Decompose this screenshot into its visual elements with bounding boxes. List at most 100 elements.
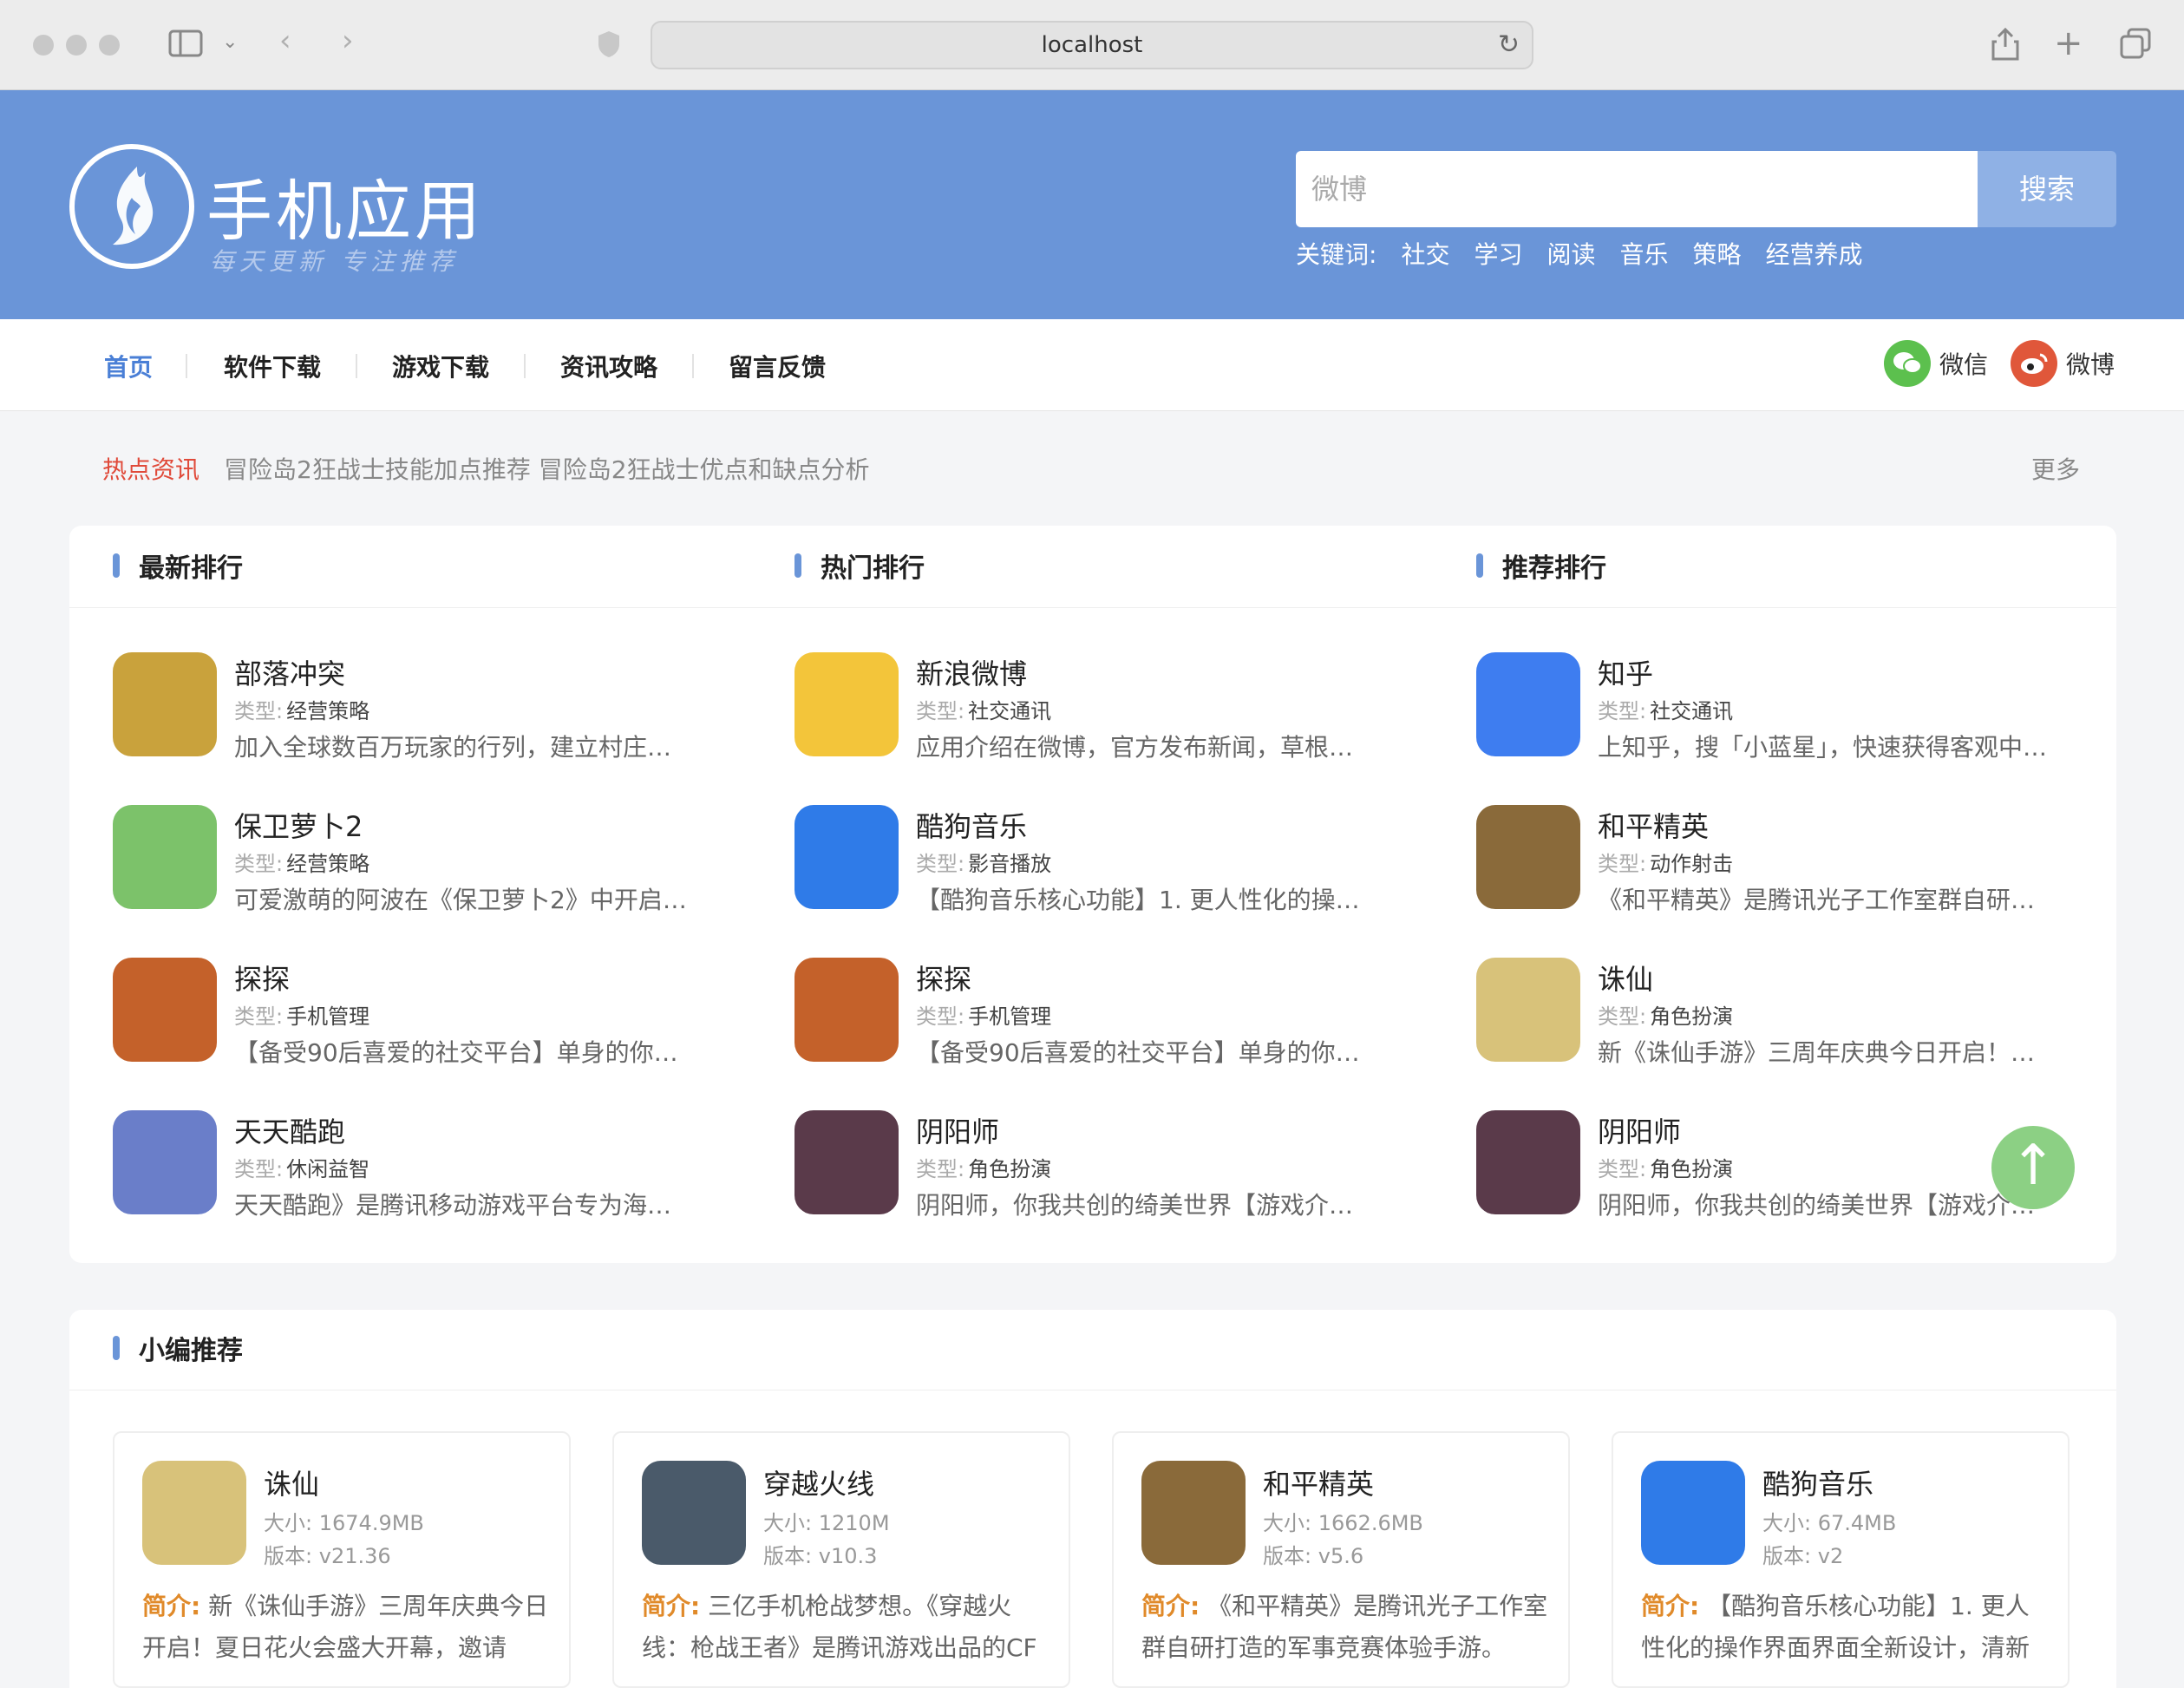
app-name[interactable]: 和平精英 <box>1598 805 1709 845</box>
app-list-item[interactable]: 部落冲突类型:经营策略加入全球数百万玩家的行列，建立村庄、组建部落 <box>113 652 737 762</box>
more-link[interactable]: 更多 <box>2031 451 2080 486</box>
app-name[interactable]: 新浪微博 <box>916 652 1027 692</box>
app-type-value: 休闲益智 <box>286 1157 370 1181</box>
app-intro: 简介: 【酷狗音乐核心功能】1. 更人性化的操作界面界面全新设计，清新 <box>1641 1586 2049 1669</box>
app-name[interactable]: 探探 <box>234 958 290 998</box>
app-list-item[interactable]: 阴阳师 类型: 角色扮演 阴阳师，你我共创的绮美世界【游戏介绍】 <box>794 1110 1419 1220</box>
keyword-link[interactable]: 策略 <box>1693 236 1742 271</box>
wechat-link[interactable]: 微信 <box>1884 340 1988 387</box>
app-version: 版本: v21.36 <box>264 1539 391 1569</box>
weibo-link[interactable]: 微博 <box>2011 340 2115 387</box>
app-size: 大小: 1674.9MB <box>264 1506 424 1536</box>
app-icon[interactable] <box>794 805 899 909</box>
nav-item-software[interactable]: 软件下载 <box>224 349 321 383</box>
app-list-item[interactable]: 诛仙类型:角色扮演新《诛仙手游》三周年庆典今日开启！夏日花火会 <box>1476 958 2101 1067</box>
app-list-item[interactable]: 酷狗音乐 类型: 影音播放 【酷狗音乐核心功能】1. 更人性化的操作界面 <box>794 805 1419 914</box>
app-icon[interactable] <box>794 652 899 756</box>
app-name[interactable]: 穿越火线 <box>763 1462 874 1502</box>
app-icon[interactable] <box>1141 1461 1246 1565</box>
search-button[interactable]: 搜索 <box>1978 151 2116 227</box>
search-input[interactable]: 微博 <box>1296 151 1978 227</box>
chevron-down-icon[interactable]: ⌄ <box>222 33 238 52</box>
app-list-item[interactable]: 探探类型:手机管理【备受90后喜爱的社交平台】单身的你，来探探吧 <box>794 958 1419 1067</box>
intro-text: 《和平精英》是腾讯光子工作室群自研打造的军事竞赛体验手游。 <box>1141 1592 1548 1662</box>
app-icon[interactable] <box>113 1110 217 1214</box>
minimize-window-button[interactable] <box>66 35 87 56</box>
keyword-link[interactable]: 学习 <box>1474 236 1522 271</box>
app-icon[interactable] <box>794 1110 899 1214</box>
app-type-label: 类型: <box>234 1004 284 1029</box>
app-list-item[interactable]: 探探类型:手机管理【备受90后喜爱的社交平台】单身的你，来探探吧 <box>113 958 737 1067</box>
nav-divider <box>186 354 187 378</box>
nav-divider <box>524 354 526 378</box>
app-icon[interactable] <box>142 1461 246 1565</box>
app-name[interactable]: 诛仙 <box>1598 958 1653 998</box>
app-name[interactable]: 和平精英 <box>1263 1462 1374 1502</box>
intro-text: 【酷狗音乐核心功能】1. 更人性化的操作界面界面全新设计，清新 <box>1641 1592 2030 1662</box>
app-name[interactable]: 知乎 <box>1598 652 1653 692</box>
intro-text: 新《诛仙手游》三周年庆典今日开启！夏日花火会盛大开幕，邀请 <box>142 1592 549 1662</box>
size-value: 1662.6MB <box>1318 1511 1423 1535</box>
app-name[interactable]: 天天酷跑 <box>234 1110 345 1150</box>
version-label: 版本: <box>1263 1544 1312 1568</box>
zoom-window-button[interactable] <box>99 35 120 56</box>
app-name[interactable]: 阴阳师 <box>916 1110 999 1150</box>
app-type-label: 类型: <box>1598 1004 1647 1029</box>
nav-item-feedback[interactable]: 留言反馈 <box>729 349 826 383</box>
editor-card[interactable]: 酷狗音乐 大小: 67.4MB 版本: v2 简介: 【酷狗音乐核心功能】1. 更人性… <box>1612 1431 2070 1688</box>
editor-card[interactable]: 和平精英 大小: 1662.6MB 版本: v5.6 简介: 《和平精英》是腾讯光子工… <box>1112 1431 1570 1688</box>
app-list-item[interactable]: 知乎类型:社交通讯上知乎，搜「小蓝星」，快速获得客观中立的回答 <box>1476 652 2101 762</box>
section-title-hot: 热门排行 <box>794 546 925 585</box>
app-name[interactable]: 部落冲突 <box>234 652 345 692</box>
app-icon[interactable] <box>1476 652 1580 756</box>
app-list-item[interactable]: 和平精英类型:动作射击《和平精英》是腾讯光子工作室群自研打造的军事竞赛 <box>1476 805 2101 914</box>
app-type-value: 角色扮演 <box>968 1157 1052 1181</box>
app-name[interactable]: 保卫萝卜2 <box>234 805 363 845</box>
app-icon[interactable] <box>113 652 217 756</box>
share-icon[interactable] <box>1991 26 2019 66</box>
app-type-value: 动作射击 <box>1650 852 1734 876</box>
version-value: v2 <box>1817 1544 1844 1568</box>
app-icon[interactable] <box>1476 1110 1580 1214</box>
app-icon[interactable] <box>642 1461 746 1565</box>
keyword-link[interactable]: 阅读 <box>1546 236 1595 271</box>
sidebar-toggle-icon[interactable] <box>168 29 203 62</box>
app-list-item[interactable]: 新浪微博类型:社交通讯应用介绍在微博，官方发布新闻，草根爆料新鲜事 <box>794 652 1419 762</box>
nav-item-games[interactable]: 游戏下载 <box>392 349 489 383</box>
app-type-label: 类型: <box>234 852 284 876</box>
hot-news-ticker[interactable]: 冒险岛2狂战士技能加点推荐 冒险岛2狂战士优点和缺点分析 <box>224 451 870 486</box>
app-name[interactable]: 探探 <box>916 958 971 998</box>
app-name[interactable]: 阴阳师 <box>1598 1110 1681 1150</box>
app-list-item[interactable]: 保卫萝卜2类型:经营策略可爱激萌的阿波在《保卫萝卜2》中开启全新冒险 <box>113 805 737 914</box>
editor-card[interactable]: 诛仙 大小: 1674.9MB 版本: v21.36 简介: 新《诛仙手游》三周年庆典… <box>113 1431 571 1688</box>
app-icon[interactable] <box>113 958 217 1062</box>
shield-icon[interactable] <box>597 29 621 64</box>
close-window-button[interactable] <box>33 35 54 56</box>
nav-item-news[interactable]: 资讯攻略 <box>560 349 657 383</box>
app-icon[interactable] <box>1641 1461 1745 1565</box>
app-icon[interactable] <box>113 805 217 909</box>
tabs-overview-icon[interactable] <box>2120 28 2151 64</box>
app-description: 【酷狗音乐核心功能】1. 更人性化的操作界面 <box>916 886 1376 914</box>
keyword-link[interactable]: 社交 <box>1401 236 1449 271</box>
keyword-link[interactable]: 音乐 <box>1619 236 1668 271</box>
app-type-value: 影音播放 <box>968 852 1052 876</box>
reload-icon[interactable]: ↻ <box>1498 23 1520 68</box>
app-icon[interactable] <box>1476 958 1580 1062</box>
app-name[interactable]: 诛仙 <box>264 1462 319 1502</box>
app-type-label: 类型: <box>916 1004 965 1029</box>
new-tab-icon[interactable]: + <box>2054 26 2083 61</box>
editor-card[interactable]: 穿越火线 大小: 1210M 版本: v10.3 简介: 三亿手机枪战梦想。《穿越火线… <box>612 1431 1070 1688</box>
keyword-link[interactable]: 经营养成 <box>1766 236 1863 271</box>
app-type: 类型: 手机管理 <box>234 999 369 1030</box>
forward-icon[interactable]: › <box>342 26 354 56</box>
app-list-item[interactable]: 天天酷跑类型:休闲益智天天酷跑》是腾讯移动游戏平台专为海量用户打造 <box>113 1110 737 1220</box>
app-icon[interactable] <box>1476 805 1580 909</box>
app-name[interactable]: 酷狗音乐 <box>1762 1462 1873 1502</box>
nav-item-home[interactable]: 首页 <box>104 349 153 383</box>
app-name[interactable]: 酷狗音乐 <box>916 805 1027 845</box>
app-icon[interactable] <box>794 958 899 1062</box>
back-icon[interactable]: ‹ <box>279 26 291 56</box>
address-bar[interactable]: localhost ↻ <box>651 21 1533 69</box>
back-to-top-button[interactable]: ↑ <box>1991 1126 2075 1209</box>
